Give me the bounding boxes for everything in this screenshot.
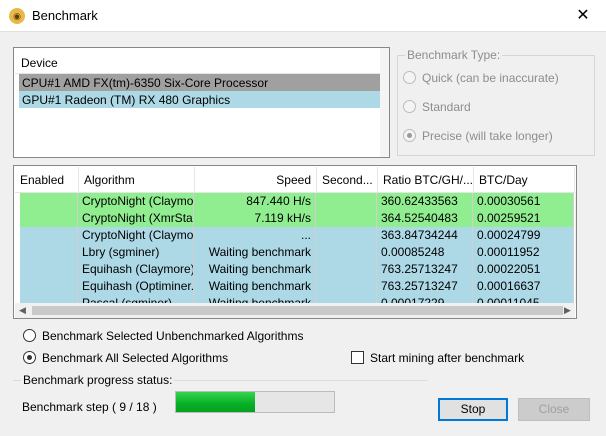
benchmark-step-text: Benchmark step ( 9 / 18 ): [22, 400, 157, 414]
cell-ratio: 364.52540483: [377, 210, 473, 227]
algorithm-row[interactable]: Lbry (sgminer) Waiting benchmark 0.0008524…: [20, 244, 574, 261]
cell-algorithm: Equihash (Optiminer...: [78, 278, 194, 295]
algorithm-list[interactable]: Enabled Algorithm Speed Second... Ratio …: [13, 165, 577, 319]
algorithm-list-vertical-scrollbar[interactable]: ▲ ▼: [575, 192, 576, 303]
radio-selected-icon: [23, 351, 36, 365]
radio-standard[interactable]: Standard: [403, 99, 471, 115]
benchmark-progress-bar: [175, 391, 335, 413]
algorithm-row[interactable]: CryptoNight (Claymo... 847.440 H/s 360.624…: [20, 193, 574, 210]
cell-secondary-speed: [316, 210, 377, 227]
scroll-left-icon[interactable]: ◀: [19, 305, 26, 316]
column-header-ratio[interactable]: Ratio BTC/GH/...: [378, 167, 474, 193]
radio-quick[interactable]: Quick (can be inaccurate): [403, 70, 559, 86]
radio-precise[interactable]: Precise (will take longer): [403, 128, 553, 144]
benchmark-type-legend: Benchmark Type:: [405, 48, 503, 62]
cell-ratio: 763.25713247: [377, 261, 473, 278]
device-item-cpu[interactable]: CPU#1 AMD FX(tm)-6350 Six-Core Processor: [19, 74, 381, 91]
cell-enabled: [20, 244, 78, 261]
device-list[interactable]: Device CPU#1 AMD FX(tm)-6350 Six-Core Pr…: [13, 47, 390, 158]
algorithm-row[interactable]: Equihash (Claymore) Waiting benchmark 763.…: [20, 261, 574, 278]
cell-btc-day: 0.00030561: [473, 193, 574, 210]
column-header-speed[interactable]: Speed: [195, 167, 317, 193]
cell-secondary-speed: [316, 193, 377, 210]
column-header-secondary-speed[interactable]: Second...: [317, 167, 378, 193]
cell-algorithm: CryptoNight (Claymo...: [78, 227, 194, 244]
cell-secondary-speed: [316, 261, 377, 278]
device-column-header[interactable]: Device: [15, 49, 381, 74]
cell-ratio: 363.84734244: [377, 227, 473, 244]
cell-speed: 847.440 H/s: [194, 193, 316, 210]
radio-circle-icon: [403, 71, 416, 85]
close-button[interactable]: Close: [518, 398, 590, 421]
algorithm-row[interactable]: Equihash (Optiminer... Waiting benchmark 7…: [20, 278, 574, 295]
cell-ratio: 360.62433563: [377, 193, 473, 210]
cell-btc-day: 0.00011952: [473, 244, 574, 261]
cell-algorithm: Lbry (sgminer): [78, 244, 194, 261]
cell-secondary-speed: [316, 244, 377, 261]
column-header-enabled[interactable]: Enabled: [15, 167, 79, 193]
cell-algorithm: CryptoNight (Claymo...: [78, 193, 194, 210]
window-title: Benchmark: [32, 8, 98, 23]
cell-speed: Waiting benchmark: [194, 244, 316, 261]
cell-btc-day: 0.00024799: [473, 227, 574, 244]
cell-btc-day: 0.00016637: [473, 278, 574, 295]
cell-secondary-speed: [316, 227, 377, 244]
radio-selected-icon: [403, 129, 416, 143]
device-list-scrollbar[interactable]: [380, 48, 389, 157]
cell-enabled: [20, 261, 78, 278]
option-unbenchmarked-radio[interactable]: Benchmark Selected Unbenchmarked Algorit…: [23, 328, 303, 344]
cell-enabled: [20, 227, 78, 244]
cell-enabled: [20, 193, 78, 210]
start-mining-checkbox[interactable]: Start mining after benchmark: [351, 350, 524, 366]
algorithm-row[interactable]: CryptoNight (XmrStak) 7.119 kH/s 364.52540…: [20, 210, 574, 227]
column-header-algorithm[interactable]: Algorithm: [79, 167, 195, 193]
cell-algorithm: Equihash (Claymore): [78, 261, 194, 278]
cell-speed: Waiting benchmark: [194, 261, 316, 278]
cell-ratio: 0.00085248: [377, 244, 473, 261]
benchmark-progress-group: Benchmark progress status: Benchmark ste…: [13, 373, 428, 426]
close-window-icon[interactable]: ✕: [560, 0, 606, 32]
title-bar: ◉ Benchmark ✕: [0, 0, 606, 32]
cell-ratio: 763.25713247: [377, 278, 473, 295]
cell-speed: 7.119 kH/s: [194, 210, 316, 227]
cell-speed: Waiting benchmark: [194, 278, 316, 295]
option-all-selected-radio[interactable]: Benchmark All Selected Algorithms: [23, 350, 228, 366]
checkbox-unchecked-icon: [351, 351, 364, 365]
progress-bar-fill: [176, 392, 255, 412]
column-header-btc-day[interactable]: BTC/Day: [474, 167, 575, 193]
benchmark-type-group: Benchmark Type: Quick (can be inaccurate…: [397, 48, 595, 156]
algorithm-row[interactable]: CryptoNight (Claymo...... 363.84734244 0.0…: [20, 227, 574, 244]
scroll-right-icon[interactable]: ▶: [564, 305, 571, 316]
cell-secondary-speed: [316, 278, 377, 295]
algorithm-list-horizontal-scrollbar[interactable]: ◀ ▶: [15, 303, 575, 318]
cell-algorithm: CryptoNight (XmrStak): [78, 210, 194, 227]
progress-status-legend: Benchmark progress status:: [21, 373, 175, 387]
radio-circle-icon: [23, 329, 36, 343]
cell-btc-day: 0.00022051: [473, 261, 574, 278]
algorithm-list-header: Enabled Algorithm Speed Second... Ratio …: [15, 167, 575, 193]
radio-circle-icon: [403, 100, 416, 114]
device-item-gpu[interactable]: GPU#1 Radeon (TM) RX 480 Graphics: [19, 91, 381, 108]
app-logo-icon: ◉: [9, 8, 25, 24]
horizontal-scroll-thumb[interactable]: [32, 306, 563, 315]
cell-enabled: [20, 210, 78, 227]
cell-speed: ...: [194, 227, 316, 244]
cell-btc-day: 0.00259521: [473, 210, 574, 227]
stop-button[interactable]: Stop: [438, 398, 508, 421]
cell-enabled: [20, 278, 78, 295]
